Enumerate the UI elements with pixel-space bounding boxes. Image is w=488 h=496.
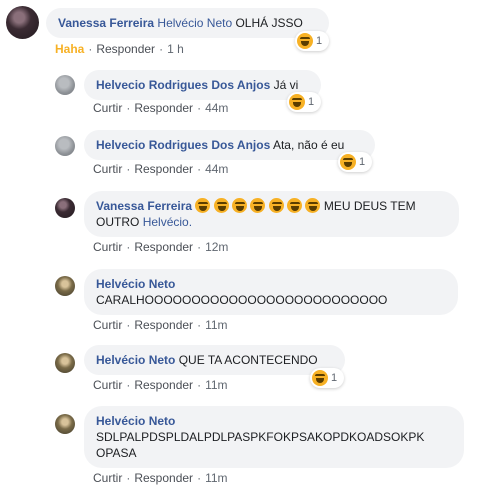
comment-actions: Curtir · Responder · 44m [93, 101, 228, 115]
separator: · [126, 240, 131, 254]
laughing-emoji-icon [213, 198, 229, 213]
comment-actions: Curtir · Responder · 11m [93, 471, 228, 485]
like-link[interactable]: Curtir [93, 101, 122, 115]
comment-bubble: Helvécio Neto CARALHOOOOOOOOOOOOOOOOOOOO… [84, 269, 458, 315]
comment-author[interactable]: Vanessa Ferreira [96, 199, 192, 213]
like-link[interactable]: Curtir [93, 471, 122, 485]
laughing-emoji-icon [268, 198, 284, 213]
comment-author[interactable]: Helvécio Neto [96, 353, 175, 367]
comment-mention[interactable]: Helvécio Neto [157, 16, 232, 30]
reply-link[interactable]: Responder [96, 42, 155, 56]
laughing-emoji-icon [250, 198, 266, 213]
comment-bubble: Vanessa Ferreira Helvécio Neto OLHÁ JSSO [46, 8, 329, 38]
reaction-badge[interactable]: 1 [338, 152, 372, 172]
comment-bubble: Helvécio Neto QUE TA ACONTECENDO [84, 345, 345, 375]
separator: · [126, 101, 131, 115]
comment-text-line2: OUTRO [96, 215, 140, 229]
comment-time[interactable]: 12m [205, 240, 228, 254]
reply-link[interactable]: Responder [134, 101, 193, 115]
reply-link[interactable]: Responder [134, 240, 193, 254]
comment-bubble: Helvécio Neto SDLPALPDSPLDALPDLPASPKFOKP… [84, 406, 464, 468]
reaction-count: 1 [308, 96, 315, 108]
laughing-emoji-icon [305, 198, 321, 213]
reaction-badge[interactable]: 1 [310, 368, 344, 388]
reaction-badge[interactable]: 1 [287, 92, 321, 112]
reply-link[interactable]: Responder [134, 162, 193, 176]
avatar[interactable] [55, 276, 75, 296]
comment-bubble: Vanessa Ferreira MEU DEUS TEM OUTRO Helv… [84, 191, 459, 237]
avatar[interactable] [6, 6, 39, 39]
reply-link[interactable]: Responder [134, 471, 193, 485]
separator: · [126, 162, 131, 176]
comment-time[interactable]: 11m [205, 378, 227, 392]
comment-text-line2: OPASA [96, 446, 137, 460]
comment-author[interactable]: Helvécio Neto [96, 277, 175, 291]
separator: · [126, 378, 131, 392]
separator: · [88, 42, 93, 56]
comment-actions: Curtir · Responder · 12m [93, 240, 228, 254]
avatar[interactable] [55, 414, 75, 434]
comment-time[interactable]: 44m [205, 162, 228, 176]
reaction-count: 1 [316, 35, 323, 47]
avatar[interactable] [55, 136, 75, 156]
comment-bubble: Helvecio Rodrigues Dos Anjos Já vi [84, 70, 321, 100]
haha-emoji-icon [289, 94, 305, 110]
avatar[interactable] [55, 353, 75, 373]
comment-actions: Haha · Responder · 1 h [55, 42, 184, 56]
like-link[interactable]: Curtir [93, 378, 122, 392]
comment-time[interactable]: 44m [205, 101, 228, 115]
reaction-badge[interactable]: 1 [295, 31, 329, 51]
avatar[interactable] [55, 75, 75, 95]
comment-text: QUE TA ACONTECENDO [178, 353, 318, 367]
laughing-emoji-icon [195, 198, 211, 213]
separator: · [159, 42, 164, 56]
avatar[interactable] [55, 198, 75, 218]
like-link[interactable]: Curtir [93, 318, 122, 332]
separator: · [126, 471, 131, 485]
comment-time[interactable]: 11m [205, 318, 227, 332]
comment-text: CARALHOOOOOOOOOOOOOOOOOOOOOOOOOO [96, 293, 388, 307]
reply-link[interactable]: Responder [134, 318, 193, 332]
comment-bubble: Helvecio Rodrigues Dos Anjos Ata, não é … [84, 130, 375, 160]
comment-actions: Curtir · Responder · 11m [93, 318, 228, 332]
laughing-emoji-icon [287, 198, 303, 213]
laughing-emoji-icon [232, 198, 248, 213]
separator: · [197, 101, 202, 115]
reply-link[interactable]: Responder [134, 378, 193, 392]
reaction-count: 1 [331, 372, 338, 384]
laughing-emojis [195, 198, 323, 213]
haha-emoji-icon [297, 33, 313, 49]
comment-text: SDLPALPDSPLDALPDLPASPKFOKPSAKOPDKOADSOKP… [96, 430, 425, 444]
comment-time[interactable]: 1 h [167, 42, 184, 56]
haha-emoji-icon [312, 370, 328, 386]
separator: · [197, 378, 202, 392]
separator: · [197, 162, 202, 176]
comment-time[interactable]: 11m [205, 471, 227, 485]
separator: · [126, 318, 131, 332]
comment-text: Já vi [273, 78, 299, 92]
like-link[interactable]: Curtir [93, 162, 122, 176]
reaction-count: 1 [359, 156, 366, 168]
comment-mention[interactable]: Helvécio. [143, 215, 192, 229]
comment-text: Ata, não é eu [272, 138, 345, 152]
separator: · [197, 471, 202, 485]
comment-author[interactable]: Helvécio Neto [96, 414, 175, 428]
comment-actions: Curtir · Responder · 44m [93, 162, 228, 176]
separator: · [197, 240, 202, 254]
separator: · [197, 318, 202, 332]
comment-author[interactable]: Vanessa Ferreira [58, 16, 154, 30]
like-link[interactable]: Curtir [93, 240, 122, 254]
comment-author[interactable]: Helvecio Rodrigues Dos Anjos [96, 138, 270, 152]
haha-emoji-icon [340, 154, 356, 170]
comment-text: MEU DEUS TEM [323, 199, 416, 213]
comment-text: OLHÁ JSSO [235, 16, 303, 30]
comment-author[interactable]: Helvecio Rodrigues Dos Anjos [96, 78, 270, 92]
haha-reaction-link[interactable]: Haha [55, 42, 84, 56]
comment-actions: Curtir · Responder · 11m [93, 378, 228, 392]
